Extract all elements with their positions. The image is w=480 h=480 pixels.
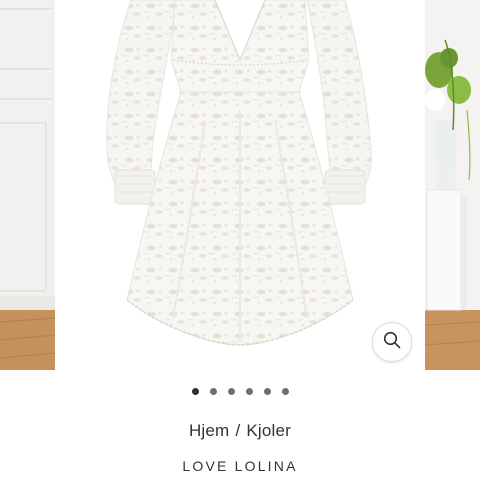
breadcrumb-separator: / <box>235 421 241 440</box>
breadcrumb-category-link[interactable]: Kjoler <box>246 421 291 440</box>
pagination-dot[interactable] <box>245 388 253 395</box>
breadcrumb-home-link[interactable]: Hjem <box>189 421 229 440</box>
pagination-dot[interactable] <box>227 388 235 395</box>
search-icon <box>383 331 401 354</box>
product-image[interactable] <box>55 0 425 370</box>
pagination-dot[interactable] <box>281 388 289 395</box>
product-brand[interactable]: LOVE LOLINA <box>0 458 480 474</box>
pagination-dot[interactable] <box>209 388 217 395</box>
pagination-dot[interactable] <box>191 388 199 395</box>
carousel-pagination <box>0 388 480 395</box>
product-image-carousel[interactable] <box>0 0 480 370</box>
previous-slide-image[interactable] <box>0 0 55 370</box>
pagination-dot[interactable] <box>263 388 271 395</box>
zoom-button[interactable] <box>372 322 412 362</box>
breadcrumb: Hjem / Kjoler <box>0 421 480 441</box>
next-slide-image[interactable] <box>425 0 480 370</box>
